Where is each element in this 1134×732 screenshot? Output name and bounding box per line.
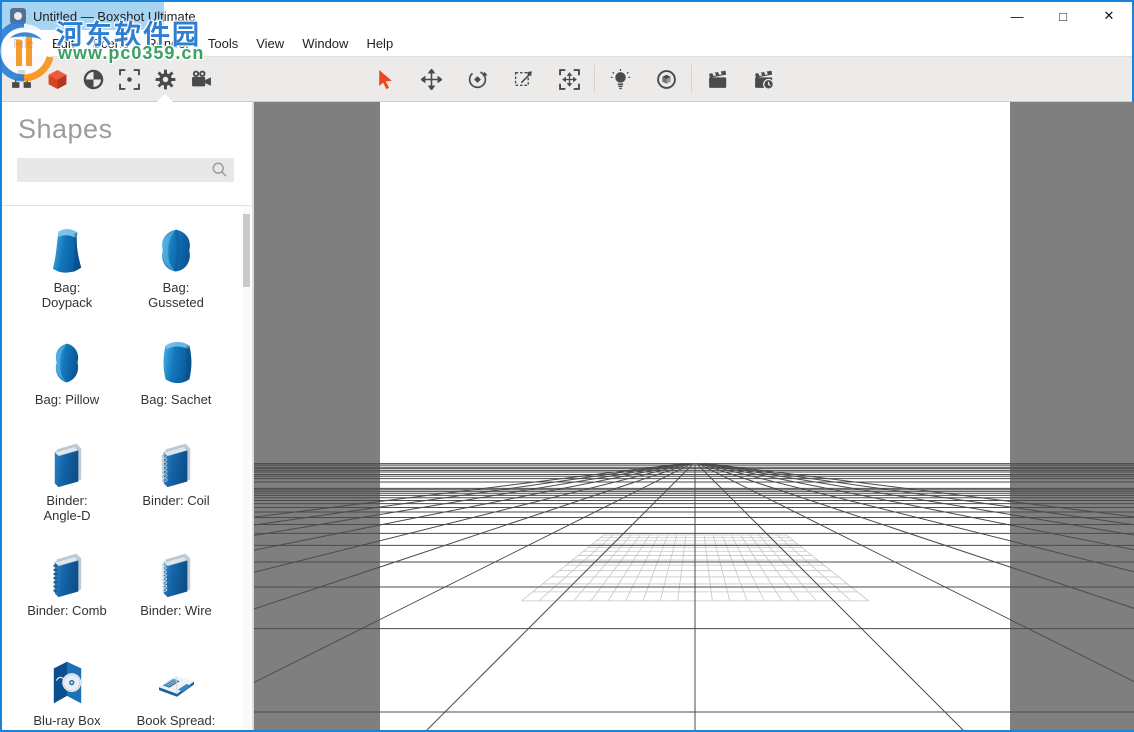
shape-item-binder-coil[interactable]: Binder: Coil [121, 438, 231, 508]
menu-file[interactable]: File [4, 30, 43, 56]
move-tool-icon [420, 68, 442, 90]
rotate-tool-icon [468, 70, 488, 88]
shapes-panel: Shapes Bag: Doypack Bag: Gusseted Bag: Pil… [2, 102, 252, 730]
shape-label: Binder: Wire [140, 603, 212, 618]
shape-label: Blu-ray Box [33, 713, 101, 728]
toolbar-separator [594, 65, 595, 93]
menu-tools[interactable]: Tools [199, 30, 247, 56]
shapes-cube-icon [48, 69, 66, 89]
panel-notch [157, 94, 173, 102]
bag-sachet-icon [163, 341, 191, 384]
book-spread-icon [158, 675, 194, 697]
binder-coil-icon [160, 443, 190, 488]
blu-ray-box-icon [53, 661, 81, 704]
menu-bar: File Edit Scene Render Tools View Window Help [2, 30, 1132, 56]
render-clapper-icon [708, 70, 726, 88]
frame-dot-icon [118, 68, 140, 90]
decals-button[interactable] [111, 59, 147, 99]
menu-edit[interactable]: Edit [43, 30, 83, 56]
shape-item-blu-ray-box[interactable]: Blu-ray Box [12, 658, 122, 728]
binder-wire-icon [161, 553, 190, 598]
shape-item-binder-comb[interactable]: Binder: Comb [12, 548, 122, 618]
scene-tree-icon [11, 69, 31, 88]
shape-label: Binder: Comb [27, 603, 107, 618]
menu-view[interactable]: View [247, 30, 293, 56]
binder-angle-d-icon [53, 443, 81, 488]
select-arrow-icon [378, 69, 392, 89]
toolbar-separator [691, 65, 692, 93]
search-icon [212, 162, 227, 177]
close-button[interactable]: ✕ [1086, 2, 1132, 30]
materials-button[interactable] [75, 59, 111, 99]
materials-ball-icon [83, 69, 103, 89]
menu-help[interactable]: Help [357, 30, 402, 56]
lighting-button[interactable] [597, 59, 643, 99]
select-tool-button[interactable] [362, 59, 408, 99]
shape-item-bag-gusseted[interactable]: Bag: Gusseted [121, 225, 231, 310]
menu-render[interactable]: Render [138, 30, 199, 56]
shapes-button[interactable] [39, 59, 75, 99]
shape-item-binder-angle-d[interactable]: Binder: Angle-D [12, 438, 122, 523]
main-content: Shapes Bag: Doypack Bag: Gusseted Bag: Pil… [2, 102, 1134, 730]
maximize-button[interactable]: □ [1040, 2, 1086, 30]
toolbar [2, 56, 1132, 102]
render-queue-button[interactable] [740, 59, 786, 99]
shape-item-book-spread[interactable]: Book Spread: [121, 658, 231, 728]
shapes-search-box [17, 158, 234, 182]
shapes-search-input[interactable] [17, 162, 211, 178]
shape-label: Binder: Coil [142, 493, 210, 508]
settings-gear-icon [155, 69, 175, 89]
shapes-panel-title: Shapes [18, 114, 113, 144]
menu-scene[interactable]: Scene [83, 30, 138, 56]
shape-label: Bag: Pillow [34, 392, 100, 407]
animation-camera-icon [191, 70, 211, 86]
shape-label: Book Spread: [136, 713, 216, 728]
shape-label: Bag: Sachet [140, 392, 212, 407]
bag-doypack-icon [52, 229, 81, 273]
light-tool-icon [610, 68, 630, 89]
window-controls: — □ ✕ [994, 2, 1132, 30]
title-bar: Untitled — Boxshot Ultimate — □ ✕ [2, 2, 1132, 30]
window-title: Untitled — Boxshot Ultimate [33, 8, 196, 24]
shape-item-bag-pillow[interactable]: Bag: Pillow [12, 337, 122, 407]
render-queue-icon [754, 70, 774, 90]
minimize-button[interactable]: — [994, 2, 1040, 30]
binder-comb-icon [52, 553, 81, 598]
app-window: Untitled — Boxshot Ultimate — □ ✕ File Ed… [0, 0, 1134, 732]
rotate-tool-button[interactable] [454, 59, 500, 99]
shape-item-binder-wire[interactable]: Binder: Wire [121, 548, 231, 618]
scale-tool-button[interactable] [500, 59, 546, 99]
move-tool-button[interactable] [408, 59, 454, 99]
shapes-scrollbar[interactable] [243, 206, 250, 730]
fit-tool-button[interactable] [546, 59, 592, 99]
settings-button[interactable] [147, 59, 183, 99]
shape-item-bag-sachet[interactable]: Bag: Sachet [121, 337, 231, 407]
bag-pillow-icon [55, 343, 78, 383]
animation-button[interactable] [183, 59, 219, 99]
scene-tree-button[interactable] [3, 59, 39, 99]
shape-label: Binder: Angle-D [43, 493, 91, 523]
shapes-list: Bag: Doypack Bag: Gusseted Bag: Pillow Bag… [2, 206, 252, 730]
app-icon [10, 8, 26, 24]
shape-label: Bag: Doypack [41, 280, 93, 310]
scale-tool-icon [514, 70, 532, 86]
menu-window[interactable]: Window [293, 30, 357, 56]
fit-tool-icon [558, 68, 580, 90]
render-button[interactable] [694, 59, 740, 99]
viewport-3d[interactable] [252, 102, 1134, 730]
preview-tool-icon [656, 69, 676, 89]
shape-item-bag-doypack[interactable]: Bag: Doypack [12, 225, 122, 310]
shape-label: Bag: Gusseted [148, 280, 204, 310]
preview-button[interactable] [643, 59, 689, 99]
scrollbar-thumb[interactable] [243, 214, 250, 287]
viewport-grid-canvas[interactable] [254, 102, 1134, 730]
bag-gusseted-icon [161, 229, 190, 272]
